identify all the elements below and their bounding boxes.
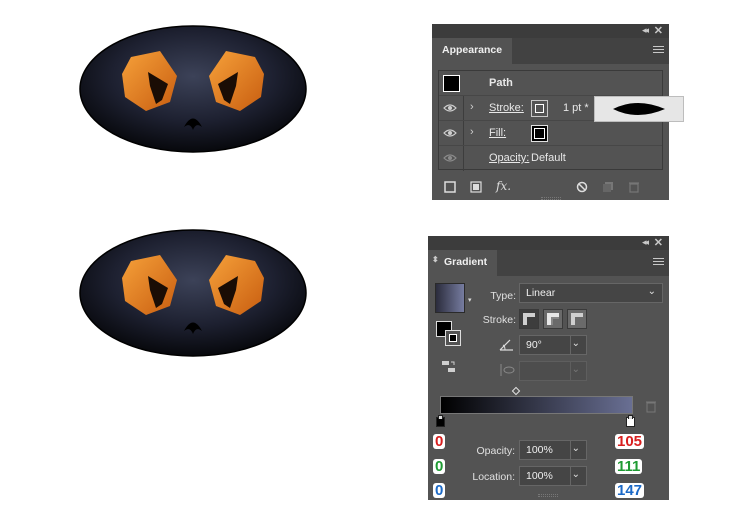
fill-row[interactable]: › Fill: xyxy=(439,121,662,146)
aspect-ratio-input: ⌄ xyxy=(519,361,587,381)
gradient-thumbnail[interactable] xyxy=(435,283,465,313)
opacity-value: 100% xyxy=(526,444,553,456)
gradient-stop-right[interactable] xyxy=(626,415,635,427)
updown-icon: ⬍ xyxy=(432,255,439,264)
expand-chevron-icon[interactable]: › xyxy=(470,101,474,113)
reverse-gradient-icon[interactable] xyxy=(442,360,456,379)
opacity-label: Opacity: xyxy=(476,445,515,457)
appearance-footer: fx. xyxy=(432,174,669,200)
stroke-along-button[interactable] xyxy=(543,309,563,329)
new-fill-icon[interactable] xyxy=(470,181,482,196)
trash-icon[interactable] xyxy=(628,181,640,196)
angle-input[interactable]: 90° ⌄ xyxy=(519,335,587,355)
fill-stroke-swatch[interactable] xyxy=(436,321,464,347)
collapse-icon[interactable]: ◂◂ xyxy=(642,237,649,248)
left-stop-green-annotation: 0 xyxy=(433,458,446,475)
collapse-icon[interactable]: ◂◂ xyxy=(642,25,649,36)
duplicate-icon[interactable] xyxy=(602,181,614,196)
left-stop-red-annotation: 0 xyxy=(433,433,446,450)
path-thumbnail xyxy=(443,75,460,92)
type-value: Linear xyxy=(526,287,556,299)
opacity-label[interactable]: Opacity: xyxy=(489,152,529,164)
tab-gradient[interactable]: ⬍ Gradient xyxy=(428,250,498,276)
chevron-down-icon[interactable]: ⌄ xyxy=(572,443,580,454)
tab-appearance[interactable]: Appearance xyxy=(432,38,513,64)
right-stop-green-annotation: 111 xyxy=(615,458,643,475)
fx-icon[interactable]: fx. xyxy=(496,179,511,193)
width-profile-shape xyxy=(613,103,665,115)
eye-icon[interactable] xyxy=(443,127,457,139)
panel-titlebar: ◂◂ ✕ xyxy=(428,236,669,250)
chevron-down-icon[interactable]: ⌄ xyxy=(572,469,580,480)
right-stop-blue-annotation: 147 xyxy=(615,482,645,499)
face-ellipse xyxy=(79,229,307,357)
location-input[interactable]: 100% ⌄ xyxy=(519,466,587,486)
angle-icon xyxy=(499,338,515,357)
close-icon[interactable]: ✕ xyxy=(654,236,663,249)
fill-swatch[interactable] xyxy=(531,125,548,142)
fill-label[interactable]: Fill: xyxy=(489,127,506,139)
face-ellipse xyxy=(79,25,307,153)
left-stop-blue-annotation: 0 xyxy=(433,482,446,499)
panel-menu-icon[interactable] xyxy=(653,46,664,55)
stroke-within-button[interactable] xyxy=(519,309,539,329)
opacity-value: Default xyxy=(531,152,566,164)
panel-titlebar: ◂◂ ✕ xyxy=(432,24,669,38)
eye-icon[interactable] xyxy=(443,102,457,114)
tab-row: Appearance xyxy=(432,38,669,64)
stroke-swatch[interactable] xyxy=(531,100,548,117)
type-dropdown[interactable]: Linear ⌄ xyxy=(519,283,663,303)
delete-stop-icon[interactable] xyxy=(645,400,657,418)
clear-icon[interactable] xyxy=(576,181,588,196)
expand-chevron-icon[interactable]: › xyxy=(470,126,474,138)
type-label: Type: xyxy=(490,290,516,302)
new-stroke-icon[interactable] xyxy=(444,181,456,196)
stroke-label[interactable]: Stroke: xyxy=(489,102,524,114)
halloween-face-artwork-top xyxy=(79,25,307,153)
stroke-profile-preview[interactable] xyxy=(594,96,684,122)
tab-gradient-label: Gradient xyxy=(444,256,488,268)
resize-grip[interactable] xyxy=(538,494,558,497)
chevron-down-icon: ⌄ xyxy=(571,364,580,375)
stroke-across-button[interactable] xyxy=(567,309,587,329)
panel-menu-icon[interactable] xyxy=(653,258,664,267)
gradient-slider[interactable] xyxy=(440,396,633,414)
chevron-down-icon: ⌄ xyxy=(647,286,656,297)
right-stop-red-annotation: 105 xyxy=(615,433,645,450)
path-label: Path xyxy=(489,77,513,89)
resize-grip[interactable] xyxy=(540,197,561,200)
stroke-weight[interactable]: 1 pt * xyxy=(563,102,589,114)
location-label: Location: xyxy=(472,471,515,483)
tab-row: ⬍ Gradient xyxy=(428,250,669,276)
halloween-face-artwork-bottom xyxy=(79,229,307,357)
opacity-row[interactable]: Opacity: Default xyxy=(439,146,662,171)
close-icon[interactable]: ✕ xyxy=(654,24,663,37)
aspect-ratio-icon xyxy=(499,362,515,383)
gradient-stop-left[interactable] xyxy=(436,415,445,427)
location-value: 100% xyxy=(526,470,553,482)
opacity-input[interactable]: 100% ⌄ xyxy=(519,440,587,460)
chevron-down-icon[interactable]: ⌄ xyxy=(572,338,580,349)
stroke-label: Stroke: xyxy=(482,314,516,326)
eye-icon[interactable] xyxy=(443,152,457,164)
path-row[interactable]: Path xyxy=(439,71,662,96)
angle-value: 90° xyxy=(526,339,542,351)
